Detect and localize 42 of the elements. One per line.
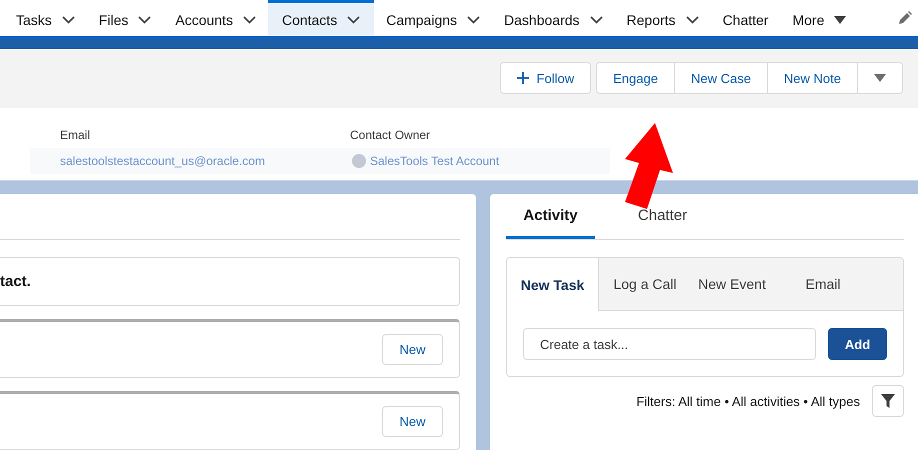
chevron-icon [138, 16, 152, 24]
filters-text: Filters: All time • All activities • All types [636, 394, 860, 409]
action-button[interactable]: New Case [674, 62, 768, 94]
activity-tab[interactable]: Activity [506, 194, 595, 240]
chevron-icon [347, 16, 360, 24]
nav-tab[interactable]: Reports [614, 0, 711, 36]
composer-tab[interactable]: New Task [507, 258, 599, 312]
activity-tab[interactable]: Chatter [595, 194, 730, 240]
nav-tab[interactable]: Chatter [710, 0, 780, 36]
nav-tab[interactable]: More [780, 0, 858, 36]
nav-tab[interactable]: Campaigns [374, 0, 492, 36]
message-text: tact. [0, 273, 31, 290]
nav-tab[interactable]: Dashboards [492, 0, 615, 36]
chevron-icon [62, 16, 75, 24]
filter-icon [881, 394, 895, 408]
filter-button[interactable] [872, 385, 904, 418]
new-button[interactable]: New [382, 406, 443, 438]
composer-tab[interactable]: Log a Call [599, 258, 691, 310]
caret-icon [834, 16, 846, 24]
chevron-icon [467, 16, 480, 24]
nav-tab[interactable]: Accounts [163, 0, 268, 36]
chevron-icon [242, 16, 256, 24]
nav-tab[interactable]: Contacts [268, 0, 374, 36]
chevron-icon [686, 16, 699, 24]
add-button[interactable]: Add [828, 328, 887, 360]
action-button[interactable]: Engage [596, 62, 675, 94]
nav-tab[interactable]: Tasks [4, 0, 87, 36]
follow-button[interactable]: Follow [500, 62, 592, 94]
nav-tab[interactable]: Files [86, 0, 164, 36]
chevron-icon [590, 16, 603, 24]
caret-icon [874, 74, 886, 82]
composer-tab[interactable]: Email [773, 258, 873, 310]
avatar-icon [352, 154, 366, 168]
plus-icon [516, 72, 529, 84]
action-button[interactable]: New Note [766, 62, 858, 94]
field-label: Email [59, 128, 92, 142]
new-button[interactable]: New [382, 334, 443, 366]
task-input-field[interactable]: Create a task... [523, 328, 816, 360]
composer-tab[interactable]: New Event [691, 258, 773, 310]
more-actions-button[interactable] [857, 62, 903, 94]
field-label: Contact Owner [350, 128, 432, 142]
pencil-icon[interactable] [898, 11, 912, 26]
